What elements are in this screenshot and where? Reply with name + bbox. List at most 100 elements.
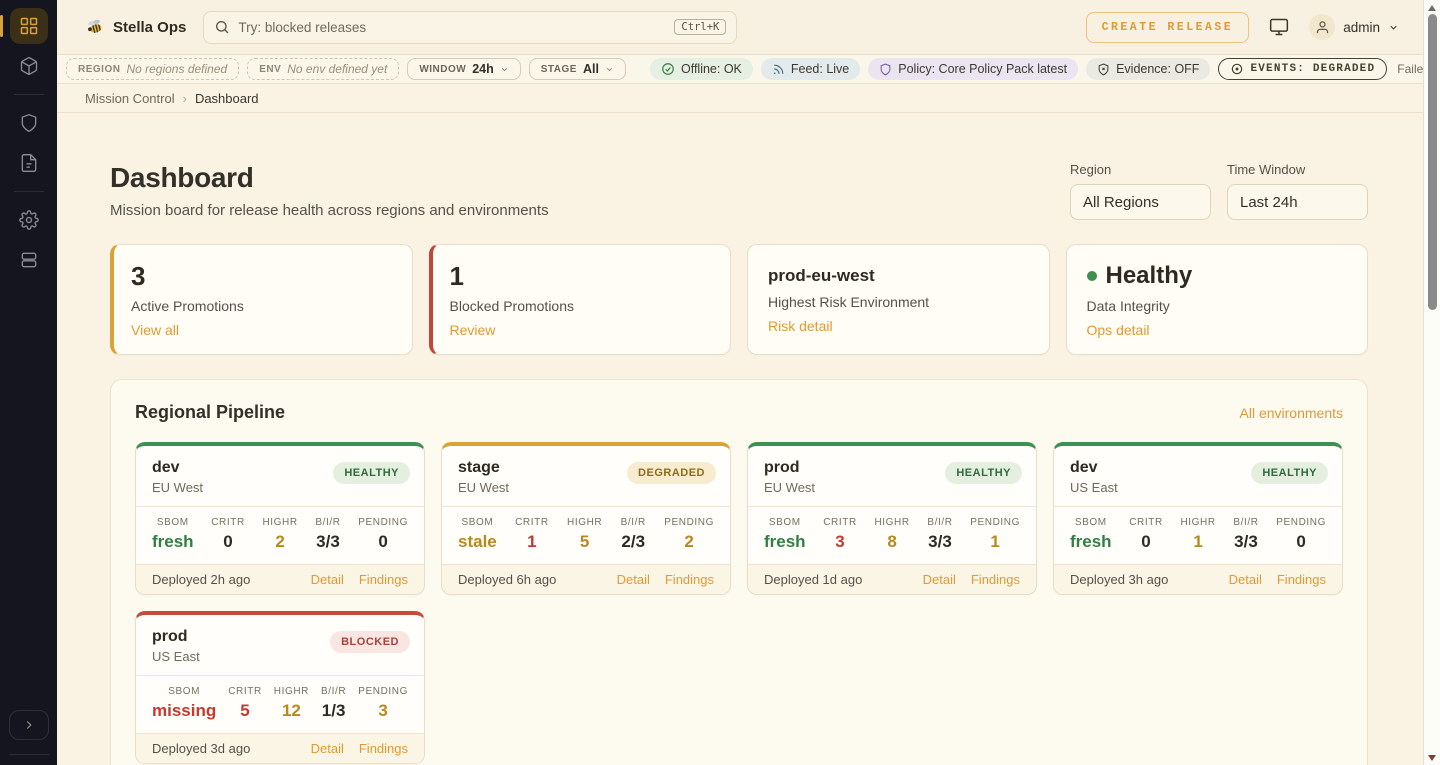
stat-label-bir: B/I/R <box>621 517 646 528</box>
stat-value-bir: 3/3 <box>1233 532 1258 552</box>
display-mode-button[interactable] <box>1269 17 1289 37</box>
offline-status-pill[interactable]: Offline: OK <box>650 58 753 80</box>
view-all-link[interactable]: View all <box>131 322 179 338</box>
stat-label-critr: CRITR <box>1129 517 1163 528</box>
stat-value-critr: 0 <box>1129 532 1163 552</box>
regional-pipeline-panel: Regional Pipeline All environments dev E… <box>110 379 1368 765</box>
findings-link[interactable]: Findings <box>665 572 714 587</box>
stat-label-pending: PENDING <box>358 686 408 697</box>
status-badge: HEALTHY <box>1251 462 1328 484</box>
events-status-pill[interactable]: EVENTS: DEGRADED <box>1218 58 1387 80</box>
region-select[interactable]: All Regions <box>1070 184 1211 220</box>
detail-link[interactable]: Detail <box>311 572 344 587</box>
stat-value-sbom: fresh <box>1070 532 1112 552</box>
risk-detail-link[interactable]: Risk detail <box>768 318 833 334</box>
healthy-dot <box>1087 271 1097 281</box>
detail-link[interactable]: Detail <box>923 572 956 587</box>
shield-off-icon <box>1097 63 1110 76</box>
active-indicator <box>0 15 3 37</box>
stat-value-highr: 5 <box>567 532 602 552</box>
scroll-up-arrow[interactable] <box>1428 5 1436 11</box>
highest-risk-card: prod-eu-west Highest Risk Environment Ri… <box>747 244 1050 355</box>
stat-value-highr: 12 <box>274 701 309 721</box>
stat-label-pending: PENDING <box>664 517 714 528</box>
data-integrity-value: Healthy <box>1106 261 1193 291</box>
breadcrumb-dashboard: Dashboard <box>195 91 259 106</box>
review-link[interactable]: Review <box>450 322 496 338</box>
pipeline-card-prod-eu-west: prod EU West HEALTHY SBOMfresh CRITR3 HI… <box>747 442 1037 595</box>
breadcrumb-mission-control[interactable]: Mission Control <box>85 91 175 106</box>
page-scrollbar[interactable] <box>1423 0 1440 765</box>
stat-value-highr: 8 <box>874 532 909 552</box>
all-environments-link[interactable]: All environments <box>1240 405 1344 421</box>
create-release-button[interactable]: CREATE RELEASE <box>1086 12 1250 43</box>
window-filter-pill[interactable]: WINDOW 24h <box>407 58 520 80</box>
stat-value-pending: 0 <box>358 532 408 552</box>
blocked-promotions-value: 1 <box>450 261 711 291</box>
status-badge: HEALTHY <box>333 462 410 484</box>
blocked-promotions-label: Blocked Promotions <box>450 298 711 314</box>
evidence-status-text: Evidence: OFF <box>1116 62 1199 76</box>
stat-value-bir: 3/3 <box>927 532 952 552</box>
search-input[interactable] <box>238 20 666 35</box>
scroll-down-arrow[interactable] <box>1428 755 1436 761</box>
findings-link[interactable]: Findings <box>1277 572 1326 587</box>
sidebar-item-security[interactable] <box>10 105 48 141</box>
sidebar-item-settings[interactable] <box>10 202 48 238</box>
stat-value-critr: 5 <box>228 701 262 721</box>
stat-label-sbom: SBOM <box>458 517 497 528</box>
highest-risk-value: prod-eu-west <box>768 265 1029 287</box>
sidebar <box>0 0 57 765</box>
check-circle-icon <box>661 62 675 76</box>
stat-label-bir: B/I/R <box>315 517 340 528</box>
region-filter-pill[interactable]: REGION No regions defined <box>66 58 239 80</box>
chevron-down-icon <box>500 65 509 74</box>
package-icon <box>19 56 39 76</box>
feed-status-pill[interactable]: Feed: Live <box>761 58 860 80</box>
offline-status-text: Offline: OK <box>681 62 742 76</box>
chevron-down-icon <box>605 65 614 74</box>
sidebar-item-releases[interactable] <box>10 48 48 84</box>
findings-link[interactable]: Findings <box>359 741 408 756</box>
breadcrumb: Mission Control › Dashboard <box>57 84 1423 113</box>
stat-value-highr: 1 <box>1180 532 1215 552</box>
findings-link[interactable]: Findings <box>359 572 408 587</box>
topbar: Stella Ops Ctrl+K CREATE RELEASE admin <box>57 0 1423 54</box>
sidebar-item-infrastructure[interactable] <box>10 242 48 278</box>
circle-dot-icon <box>1230 62 1244 76</box>
stat-value-pending: 3 <box>358 701 408 721</box>
policy-status-pill[interactable]: Policy: Core Policy Pack latest <box>868 58 1078 80</box>
detail-link[interactable]: Detail <box>311 741 344 756</box>
ops-detail-link[interactable]: Ops detail <box>1087 322 1150 338</box>
env-filter-pill[interactable]: ENV No env defined yet <box>247 58 399 80</box>
findings-link[interactable]: Findings <box>971 572 1020 587</box>
feed-status-text: Feed: Live <box>791 62 849 76</box>
stat-label-critr: CRITR <box>515 517 549 528</box>
active-promotions-label: Active Promotions <box>131 298 392 314</box>
sidebar-item-dashboard[interactable] <box>10 8 48 44</box>
time-window-select[interactable]: Last 24h <box>1227 184 1368 220</box>
detail-link[interactable]: Detail <box>617 572 650 587</box>
dashboard-grid-icon <box>19 16 39 36</box>
deployed-text: Deployed 6h ago <box>458 572 556 587</box>
evidence-status-pill[interactable]: Evidence: OFF <box>1086 58 1210 80</box>
sidebar-divider <box>14 191 44 192</box>
sidebar-collapse-button[interactable] <box>9 710 49 740</box>
stage-filter-pill[interactable]: STAGE All <box>529 58 626 80</box>
stage-filter-value: All <box>583 62 599 76</box>
region-filter-label: REGION <box>78 64 120 75</box>
sidebar-item-documents[interactable] <box>10 145 48 181</box>
scrollbar-thumb[interactable] <box>1428 14 1437 310</box>
global-search[interactable]: Ctrl+K <box>203 11 737 44</box>
stat-label-highr: HIGHR <box>874 517 909 528</box>
status-badge: BLOCKED <box>330 631 410 653</box>
stat-value-bir: 3/3 <box>315 532 340 552</box>
detail-link[interactable]: Detail <box>1229 572 1262 587</box>
chevron-down-icon <box>1388 22 1399 33</box>
stat-label-bir: B/I/R <box>321 686 346 697</box>
region-select-label: Region <box>1070 162 1211 177</box>
user-menu[interactable]: admin <box>1309 14 1399 40</box>
pipeline-card-dev-eu-west: dev EU West HEALTHY SBOMfresh CRITR0 HIG… <box>135 442 425 595</box>
stat-label-critr: CRITR <box>211 517 245 528</box>
chevron-right-icon <box>22 718 36 732</box>
